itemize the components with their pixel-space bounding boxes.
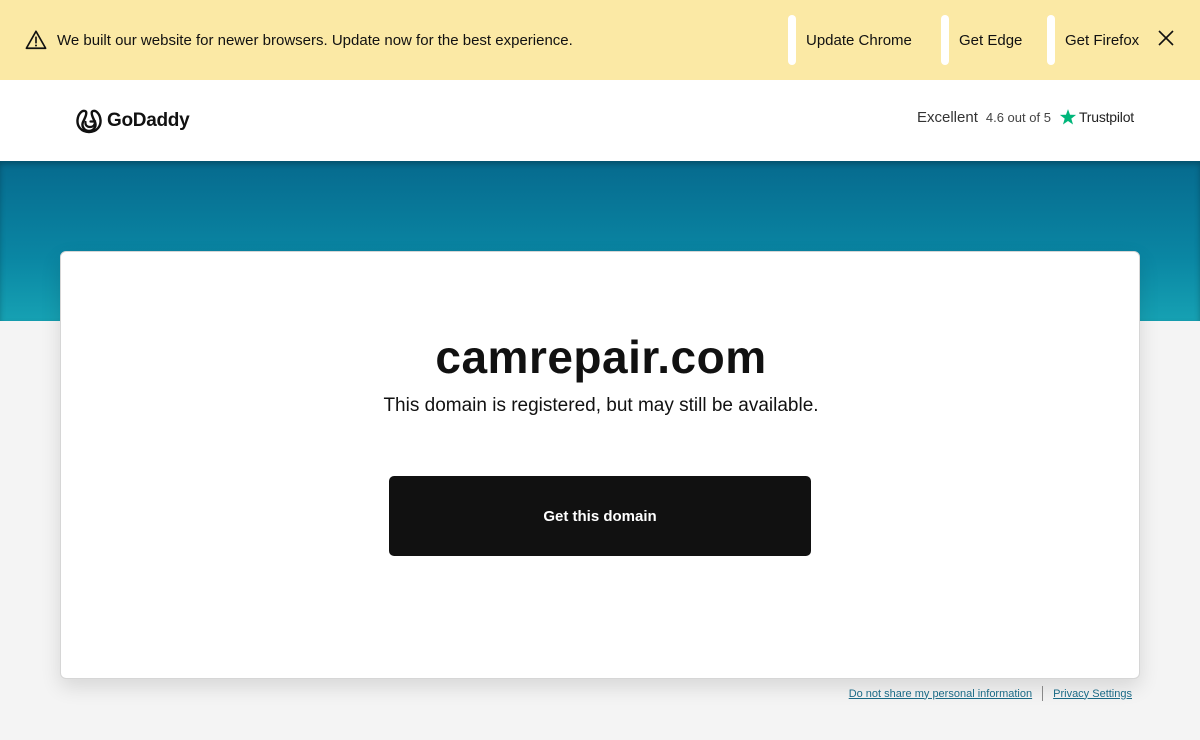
- star-icon: [1059, 109, 1077, 125]
- get-edge-label: Get Edge: [959, 31, 1023, 49]
- warning-icon: [25, 30, 47, 50]
- domain-name: camrepair.com: [435, 331, 767, 383]
- do-not-share-link[interactable]: Do not share my personal information: [849, 688, 1032, 700]
- logo-text: GoDaddy: [107, 110, 190, 131]
- banner-message: We built our website for newer browsers.…: [57, 32, 573, 49]
- close-icon[interactable]: [1156, 28, 1176, 48]
- site-header: GoDaddy Excellent 4.6 out of 5 Trustpilo…: [0, 80, 1200, 161]
- footer-links: Do not share my personal information Pri…: [849, 686, 1132, 701]
- get-firefox-label: Get Firefox: [1065, 31, 1140, 49]
- trustpilot-name: Trustpilot: [1078, 109, 1134, 125]
- update-chrome-link[interactable]: Update Chrome: [788, 14, 912, 66]
- link-divider: [1042, 686, 1044, 701]
- browser-upgrade-banner: We built our website for newer browsers.…: [0, 0, 1200, 80]
- rating-score: 4.6 out of 5: [985, 109, 1051, 125]
- get-firefox-link[interactable]: Get Firefox: [1047, 14, 1139, 66]
- link-pill: [941, 15, 949, 65]
- link-pill: [1047, 15, 1055, 65]
- trustpilot-rating[interactable]: Excellent 4.6 out of 5 Trustpilot: [917, 108, 1134, 126]
- get-edge-link[interactable]: Get Edge: [941, 14, 1022, 66]
- rating-label: Excellent: [917, 108, 978, 126]
- domain-card: camrepair.com This domain is registered,…: [60, 251, 1140, 679]
- get-this-domain-button[interactable]: Get this domain: [389, 476, 811, 556]
- update-chrome-label: Update Chrome: [806, 31, 912, 49]
- domain-status-text: This domain is registered, but may still…: [383, 395, 819, 416]
- godaddy-logo-icon: [76, 109, 102, 134]
- privacy-settings-link[interactable]: Privacy Settings: [1053, 688, 1132, 700]
- link-pill: [788, 15, 796, 65]
- godaddy-logo[interactable]: GoDaddy: [75, 107, 190, 135]
